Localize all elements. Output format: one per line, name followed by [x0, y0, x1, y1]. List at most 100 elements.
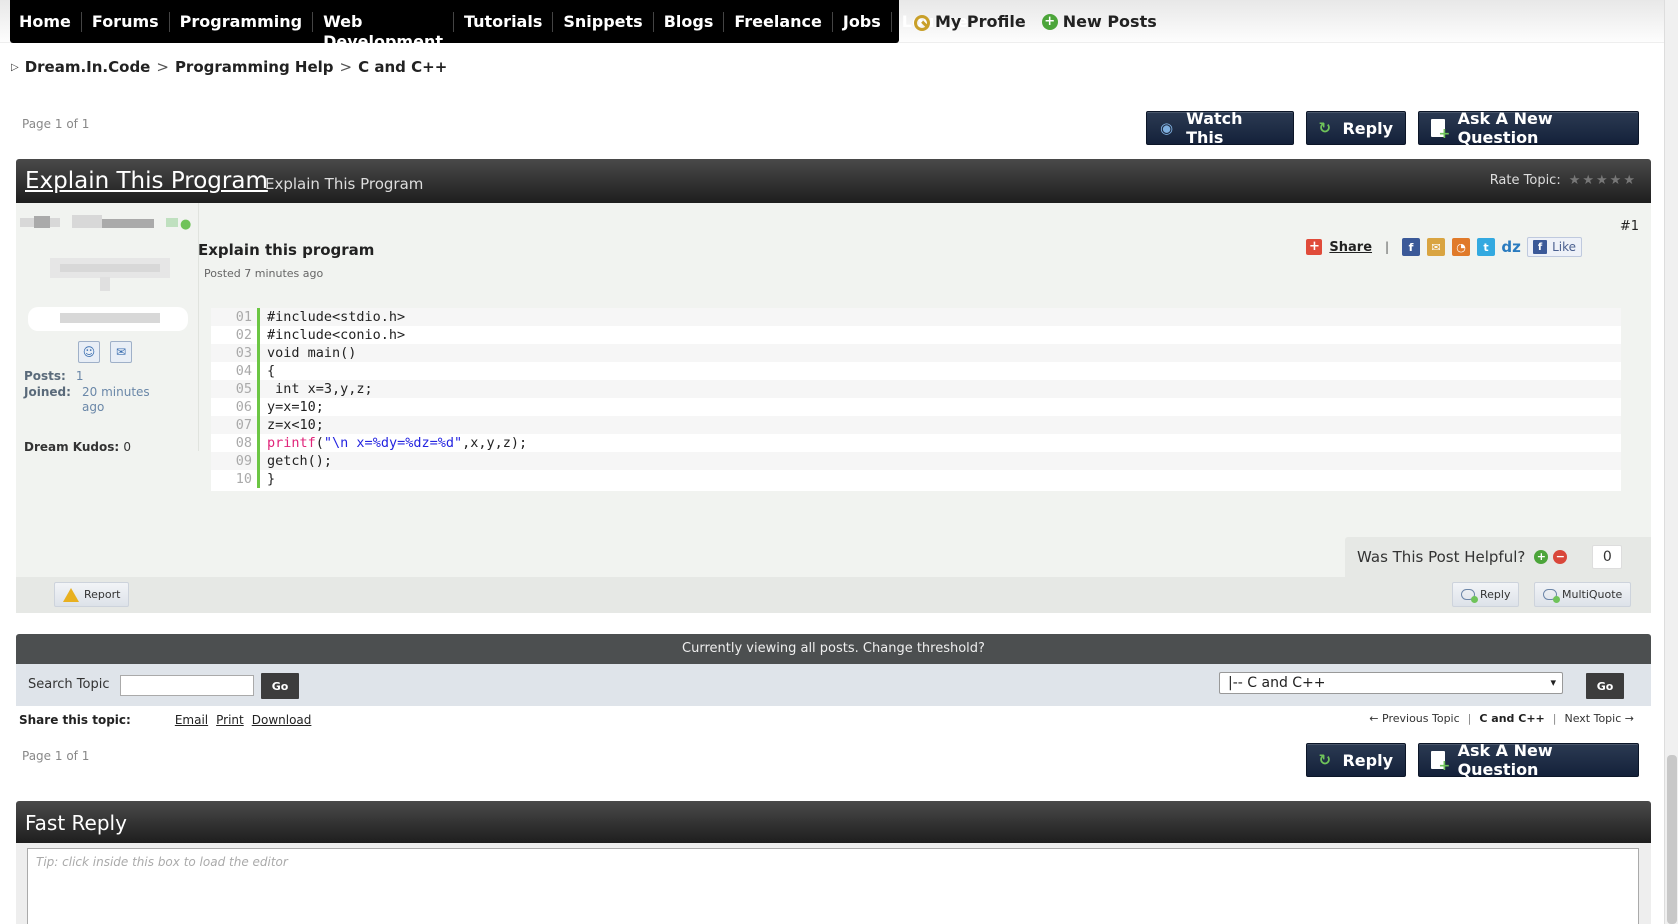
line-number: 09	[211, 452, 260, 470]
my-profile-link[interactable]: My Profile	[912, 12, 1026, 31]
watch-this-button[interactable]: ◉ Watch This	[1146, 109, 1294, 147]
code-block: 01 #include<stdio.h> 02 #include<conio.h> …	[211, 308, 1621, 491]
code-rest: ,x,y,z);	[462, 435, 528, 451]
reply-button-bottom[interactable]: ↻ Reply	[1306, 743, 1406, 777]
ask-new-question-label: Ask A New Question	[1457, 741, 1553, 779]
share-download-link[interactable]: Download	[252, 713, 312, 727]
code-text: void main()	[267, 345, 357, 361]
share-print-link[interactable]: Print	[216, 713, 244, 727]
plus-circle-icon: +	[1041, 13, 1058, 30]
vertical-scrollbar[interactable]	[1664, 0, 1678, 924]
email-share-icon[interactable]: ✉	[1427, 238, 1446, 256]
current-forum-link[interactable]: C and C++	[1479, 712, 1544, 725]
twitter-icon[interactable]: t	[1477, 238, 1496, 256]
reply-button-top[interactable]: ↻ Reply	[1306, 111, 1406, 145]
nav-tutorials[interactable]: Tutorials	[452, 11, 552, 32]
search-topic-label: Search Topic	[28, 677, 110, 692]
previous-topic-link[interactable]: ← Previous Topic	[1369, 712, 1459, 725]
nav-snippets[interactable]: Snippets	[552, 11, 652, 32]
send-message-icon[interactable]: ✉	[110, 341, 132, 363]
breadcrumb-separator: >	[156, 58, 169, 76]
code-line: 01 #include<stdio.h>	[211, 308, 1621, 326]
breadcrumb-separator: >	[339, 58, 353, 76]
facebook-icon[interactable]: f	[1402, 238, 1421, 256]
fast-reply-editor[interactable]: Tip: click inside this box to load the e…	[27, 848, 1639, 924]
nav-web-development[interactable]: Web Development	[312, 11, 453, 51]
code-line: 06 y=x=10;	[211, 398, 1621, 416]
share-separator: |	[1385, 240, 1390, 254]
post-number[interactable]: #1	[1620, 219, 1639, 234]
topic-nav-separator: |	[1552, 712, 1557, 725]
report-button[interactable]: Report	[54, 582, 130, 607]
fast-reply-title: Fast Reply	[25, 811, 127, 835]
code-text: {	[267, 363, 276, 379]
breadcrumb-dreamincode[interactable]: Dream.In.Code	[25, 58, 151, 76]
multiquote-label: MultiQuote	[1562, 588, 1623, 601]
line-number: 04	[211, 362, 260, 380]
reply-arrow-icon: ↻	[1318, 119, 1332, 137]
posts-value: 1	[75, 369, 84, 383]
topic-navigation: ← Previous Topic | C and C++ | Next Topi…	[1369, 712, 1634, 725]
line-number: 08	[211, 434, 260, 452]
vote-down-icon[interactable]: −	[1553, 550, 1568, 564]
author-joined: Joined: 20 minutes ago	[24, 385, 162, 415]
code-text: z=x<10;	[267, 417, 324, 433]
report-label: Report	[84, 588, 121, 601]
rss-icon[interactable]: ◔	[1452, 238, 1471, 256]
ask-new-question-button-bottom[interactable]: Ask A New Question	[1418, 741, 1639, 779]
multiquote-bubble-icon	[1543, 589, 1560, 603]
ask-new-question-button-top[interactable]: Ask A New Question	[1418, 109, 1639, 147]
page-count-top: Page 1 of 1	[22, 117, 90, 131]
new-posts-link[interactable]: + New Posts	[1041, 12, 1157, 31]
triangle-right-icon: ▷	[11, 61, 19, 73]
share-topic: Share this topic: Email Print Download	[19, 713, 311, 727]
posts-label: Posts:	[24, 369, 66, 383]
dzone-icon[interactable]: dz	[1501, 238, 1520, 256]
user-links: My Profile + New Posts	[912, 12, 1157, 31]
code-line: 05 int x=3,y,z;	[211, 380, 1621, 398]
multiquote-button[interactable]: MultiQuote	[1534, 582, 1632, 607]
page-count-bottom: Page 1 of 1	[22, 749, 90, 763]
rating-stars[interactable]: ★★★★★	[1569, 173, 1637, 188]
helpful-vote: Was This Post Helpful? + − 0	[1345, 537, 1651, 577]
nav-forums[interactable]: Forums	[80, 11, 169, 32]
code-text: y=x=10;	[267, 399, 324, 415]
reply-bubble-icon	[1461, 589, 1478, 603]
broadcast-icon: ◉	[1160, 119, 1174, 137]
joined-value: 20 minutes ago	[82, 385, 150, 414]
facebook-like-button[interactable]: f Like	[1527, 237, 1582, 257]
nav-programming[interactable]: Programming	[168, 11, 312, 32]
share-email-link[interactable]: Email	[175, 713, 208, 727]
threshold-bar[interactable]: Currently viewing all posts. Change thre…	[16, 634, 1651, 664]
code-line: 10}	[211, 470, 1621, 488]
topic-title[interactable]: Explain This Program	[25, 168, 268, 194]
author-panel: ● ☺ ✉ Posts: 1 Joined: 20 minutes ago Dr…	[16, 203, 199, 454]
warning-icon	[63, 587, 79, 602]
code-function: printf	[267, 435, 316, 451]
view-profile-icon[interactable]: ☺	[78, 341, 100, 363]
topic-description: Explain This Program	[265, 175, 424, 193]
breadcrumb-programming-help[interactable]: Programming Help	[175, 58, 334, 76]
share-link[interactable]: Share	[1329, 240, 1372, 255]
share-plus-icon[interactable]: +	[1306, 239, 1323, 255]
nav-freelance[interactable]: Freelance	[723, 11, 832, 32]
rate-topic-label: Rate Topic:	[1489, 173, 1561, 188]
nav-blogs[interactable]: Blogs	[652, 11, 724, 32]
joined-label: Joined:	[24, 385, 71, 399]
search-go-button[interactable]: Go	[261, 673, 299, 699]
code-line: 03 void main()	[211, 344, 1621, 362]
nav-home[interactable]: Home	[19, 12, 81, 32]
scrollbar-thumb[interactable]	[1667, 755, 1677, 924]
breadcrumb-c-cpp[interactable]: C and C++	[358, 58, 447, 76]
search-bar: Search Topic Go |-- C and C++ Go	[16, 664, 1651, 706]
search-topic-input[interactable]	[120, 675, 254, 696]
reply-post-label: Reply	[1480, 588, 1511, 601]
forum-jump-select[interactable]: |-- C and C++	[1219, 672, 1563, 694]
line-number: 03	[211, 344, 260, 362]
next-topic-link[interactable]: Next Topic →	[1564, 712, 1634, 725]
nav-jobs[interactable]: Jobs	[831, 11, 891, 32]
forum-jump-go-button[interactable]: Go	[1586, 673, 1624, 699]
vote-up-icon[interactable]: +	[1534, 550, 1549, 564]
reply-post-button[interactable]: Reply	[1452, 582, 1520, 607]
post-date: Posted 7 minutes ago	[204, 267, 324, 280]
